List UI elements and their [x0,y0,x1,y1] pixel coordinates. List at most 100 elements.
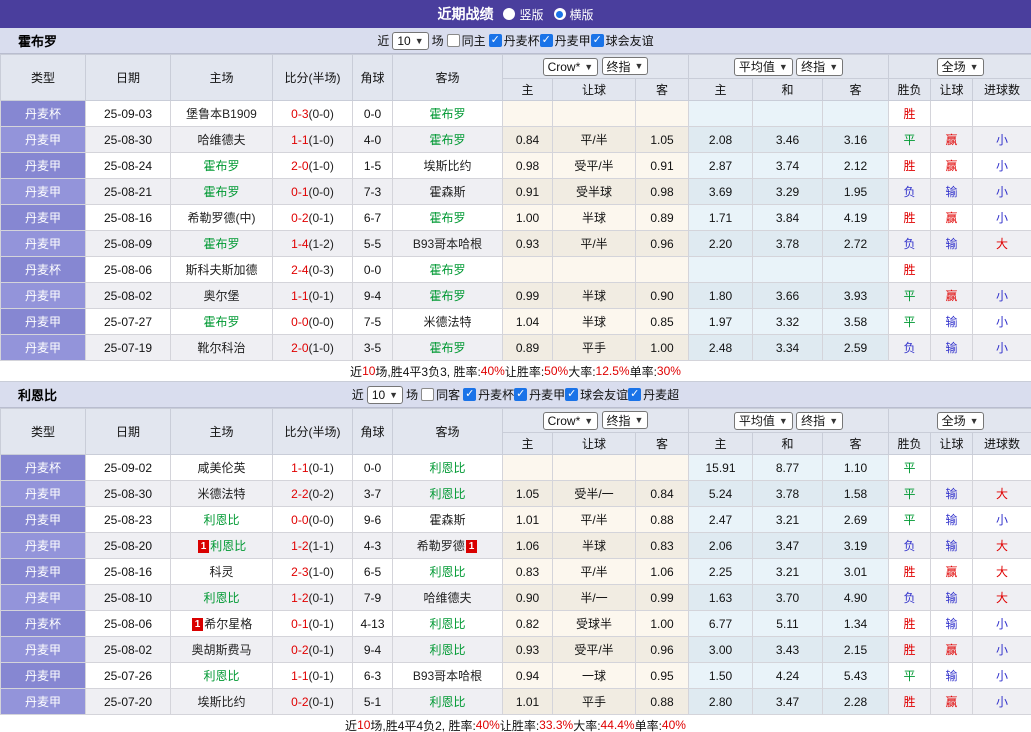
crow-handicap [553,257,636,283]
crow-final-select[interactable]: 终指▼ [602,57,649,75]
result-winloss: 胜 [889,611,931,637]
league-cell: 丹麦杯 [1,611,86,637]
bookmaker-select[interactable]: Crow*▼ [543,412,599,430]
match-row: 丹麦杯25-08-061希尔星格0-1(0-1)4-13利恩比0.82受球半1.… [1,611,1031,637]
summary-segment: 12.5% [596,364,630,378]
chevron-down-icon: ▼ [389,390,398,400]
radio-label: 横版 [570,6,594,23]
league-checkbox[interactable]: 球会友谊 [591,32,654,49]
avg-away-odds: 3.16 [823,127,889,153]
crow-handicap: 半球 [553,205,636,231]
full-time-score: 1-1 [291,669,308,683]
recent-count-select[interactable]: 10▼ [392,32,428,50]
avg-away-odds: 1.95 [823,179,889,205]
half-time-score: (1-0) [309,341,334,355]
corner-cell: 7-9 [353,585,393,611]
col-winloss: 胜负 [889,433,931,455]
crow-handicap: 受球半 [553,611,636,637]
summary-segment: 单率: [635,717,662,732]
league-checkbox[interactable]: 丹麦杯 [489,32,540,49]
away-team-cell: 霍布罗 [393,283,503,309]
result-goals: 小 [973,611,1031,637]
checkbox-icon[interactable] [463,388,476,401]
avg-final-select[interactable]: 终指▼ [796,412,843,430]
crow-away-odds: 1.06 [636,559,689,585]
layout-radio-horizontal[interactable]: 横版 [554,6,594,23]
radio-icon[interactable] [503,8,515,20]
recent-label: 近 [352,386,364,403]
crow-away-odds: 0.96 [636,231,689,257]
league-checkbox[interactable]: 丹麦甲 [540,32,591,49]
checkbox-icon[interactable] [514,388,527,401]
league-checkbox[interactable]: 球会友谊 [565,386,628,403]
full-match-select[interactable]: 全场▼ [937,412,984,430]
corner-cell: 5-1 [353,689,393,715]
league-cell: 丹麦甲 [1,533,86,559]
crow-away-odds: 0.88 [636,507,689,533]
avg-away-odds: 4.90 [823,585,889,611]
league-checkboxes: 丹麦杯丹麦甲球会友谊丹麦超 [463,386,679,404]
result-winloss: 平 [889,283,931,309]
result-handicap: 赢 [931,205,973,231]
league-checkbox[interactable]: 丹麦超 [628,386,679,403]
full-match-group-header: 全场▼ [889,55,1031,79]
league-label: 球会友谊 [580,386,628,403]
avg-final-select[interactable]: 终指▼ [796,58,843,76]
checkbox-icon[interactable] [421,388,434,401]
score-cell: 1-2(0-1) [273,585,353,611]
team-name: 哈维德夫 [197,133,245,147]
league-cell: 丹麦杯 [1,257,86,283]
away-team-cell: 哈维德夫 [393,585,503,611]
home-team-cell: 米德法特 [171,481,273,507]
crow-home-odds: 1.04 [503,309,553,335]
checkbox-icon[interactable] [591,34,604,47]
radio-selected-icon[interactable] [554,8,566,20]
chevron-down-icon: ▼ [829,62,838,72]
crow-away-odds: 0.95 [636,663,689,689]
result-winloss: 负 [889,179,931,205]
league-checkbox[interactable]: 丹麦甲 [514,386,565,403]
avg-draw-odds: 3.84 [753,205,823,231]
away-team-cell: 霍森斯 [393,507,503,533]
checkbox-icon[interactable] [628,388,641,401]
half-time-score: (0-1) [309,461,334,475]
home-team-cell: 咸美伦英 [171,455,273,481]
checkbox-icon[interactable] [447,34,460,47]
crow-handicap: 平手 [553,335,636,361]
average-select[interactable]: 平均值▼ [734,412,793,430]
average-select[interactable]: 平均值▼ [734,58,793,76]
col-avg-home: 主 [689,79,753,101]
crow-final-select[interactable]: 终指▼ [602,411,649,429]
league-checkbox[interactable]: 丹麦杯 [463,386,514,403]
result-goals: 小 [973,205,1031,231]
half-time-score: (1-0) [309,159,334,173]
checkbox-icon[interactable] [489,34,502,47]
half-time-score: (0-0) [309,107,334,121]
chevron-down-icon: ▼ [584,416,593,426]
full-match-select[interactable]: 全场▼ [937,58,984,76]
recent-count-select[interactable]: 10▼ [367,386,403,404]
date-cell: 25-08-20 [86,533,171,559]
avg-away-odds: 2.72 [823,231,889,257]
checkbox-icon[interactable] [565,388,578,401]
avg-away-odds: 2.12 [823,153,889,179]
avg-away-odds: 1.58 [823,481,889,507]
chevron-down-icon: ▼ [635,415,644,425]
score-cell: 0-3(0-0) [273,101,353,127]
full-time-score: 0-2 [291,643,308,657]
summary-segment: 近 [345,717,357,732]
bookmaker-select[interactable]: Crow*▼ [543,58,599,76]
col-avg-draw: 和 [753,433,823,455]
same-venue-checkbox[interactable]: 同客 [421,386,460,403]
layout-radio-vertical[interactable]: 竖版 [503,6,543,23]
crow-away-odds: 0.98 [636,179,689,205]
col-handicap-result: 让球 [931,79,973,101]
away-team-cell: 利恩比 [393,455,503,481]
result-goals: 大 [973,533,1031,559]
avg-draw-odds: 4.24 [753,663,823,689]
checkbox-icon[interactable] [540,34,553,47]
result-goals: 小 [973,309,1031,335]
summary-segment: 40% [476,718,500,732]
home-team-cell: 科灵 [171,559,273,585]
same-venue-checkbox[interactable]: 同主 [447,32,486,49]
